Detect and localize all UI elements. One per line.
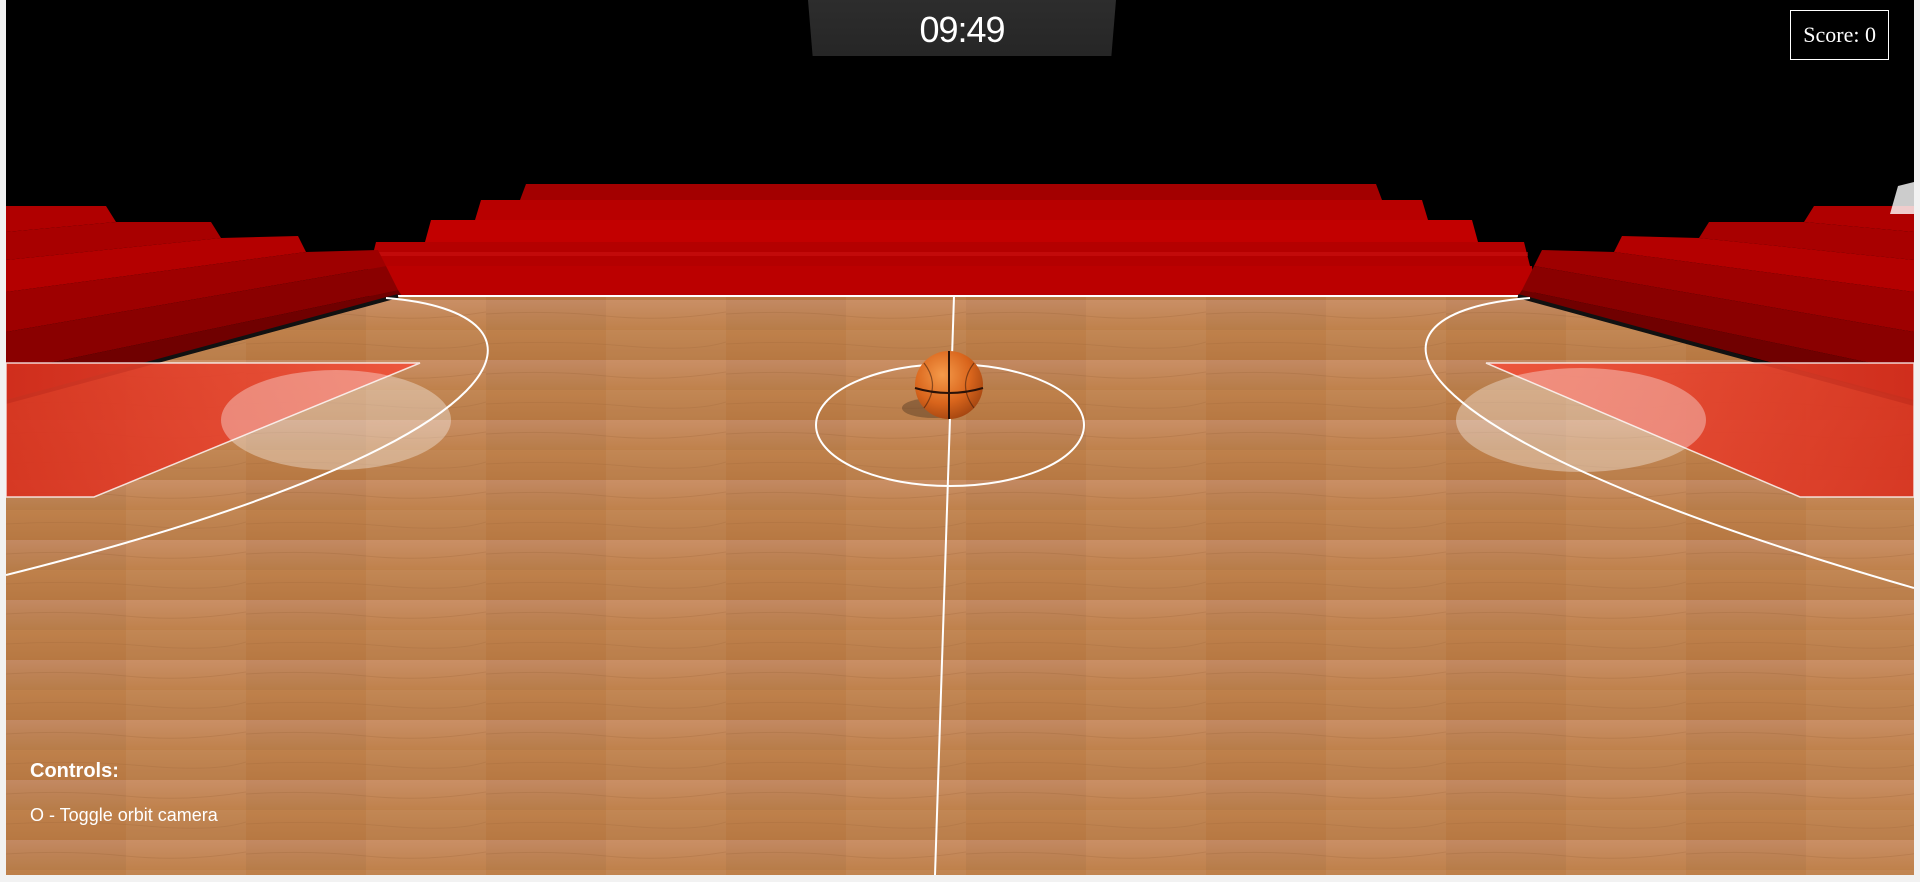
game-viewport[interactable]: 09:49 Score: 0 Controls: O - Toggle orbi…	[6, 0, 1914, 875]
controls-title: Controls:	[30, 760, 119, 782]
court-scene[interactable]	[6, 0, 1914, 875]
controls-item-orbit-camera: O - Toggle orbit camera	[30, 805, 218, 825]
bleachers-center	[366, 184, 1534, 296]
score-text: Score: 0	[1803, 22, 1876, 47]
score-display: Score: 0	[1790, 10, 1889, 60]
basketball[interactable]	[914, 351, 984, 419]
game-timer: 09:49	[919, 9, 1005, 50]
controls-panel: Controls: O - Toggle orbit camera	[30, 760, 218, 826]
game-timer-panel: 09:49	[808, 0, 1116, 56]
